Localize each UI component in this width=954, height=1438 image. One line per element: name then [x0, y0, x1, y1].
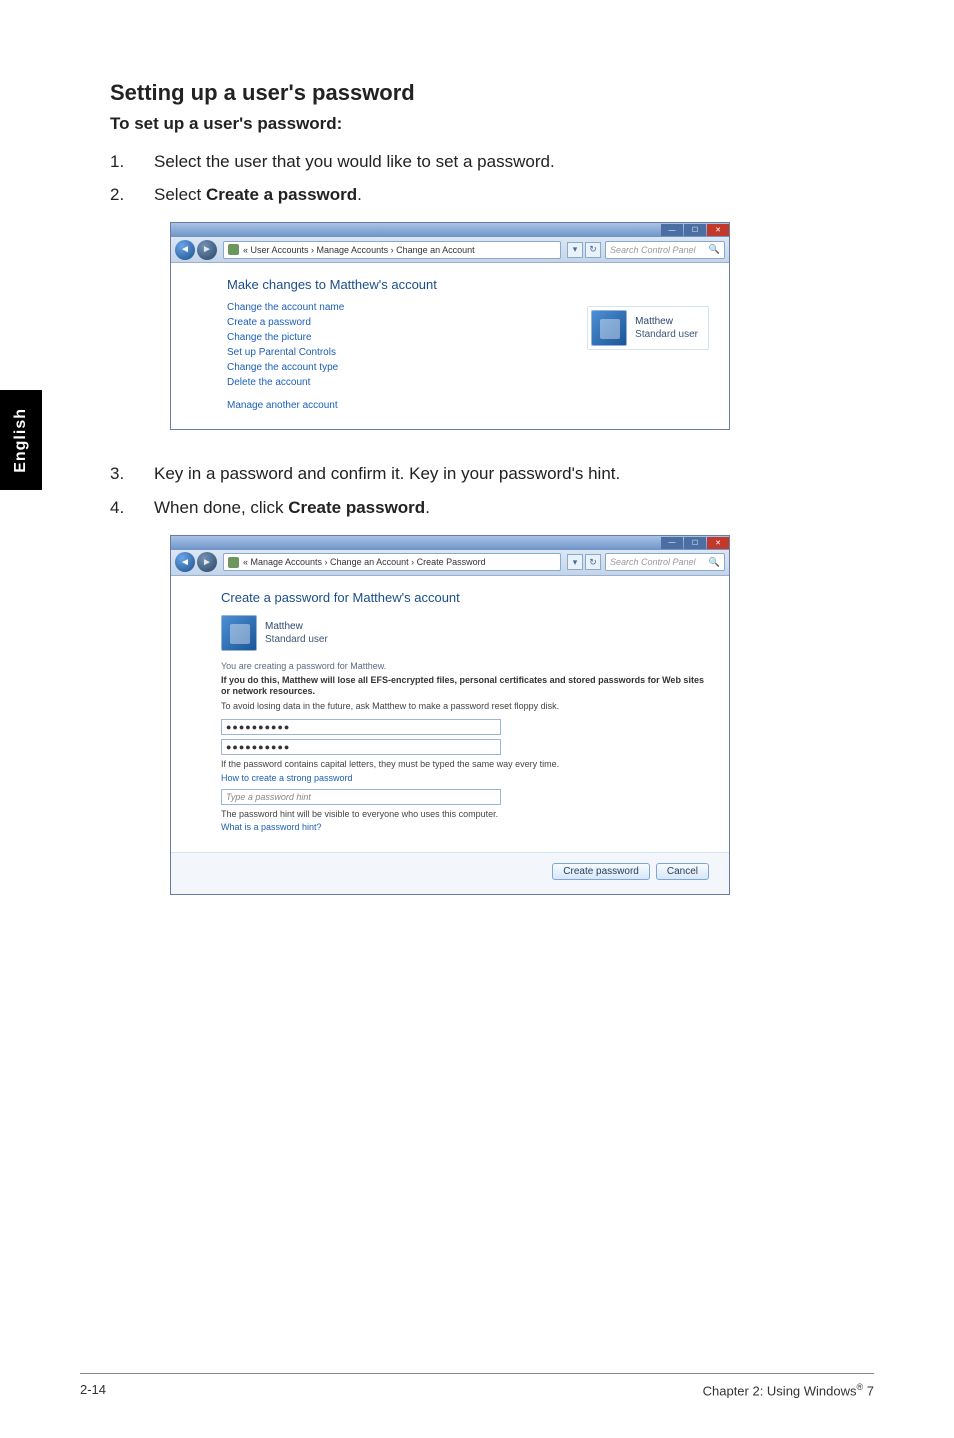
step-number: 4. [110, 494, 154, 521]
maximize-button[interactable]: ☐ [684, 537, 706, 549]
breadcrumb-text: « Manage Accounts › Change an Account › … [243, 557, 486, 567]
link-strong-password[interactable]: How to create a strong password [221, 773, 709, 783]
user-tile: Matthew Standard user [587, 306, 709, 350]
caps-note: If the password contains capital letters… [221, 759, 709, 771]
search-placeholder: Search Control Panel [610, 557, 696, 567]
new-password-input[interactable]: ●●●●●●●●●● [221, 719, 501, 735]
warning-text: If you do this, Matthew will lose all EF… [221, 675, 709, 698]
password-hint-input[interactable]: Type a password hint [221, 789, 501, 805]
minimize-button[interactable]: — [661, 537, 683, 549]
user-name: Matthew [265, 620, 328, 633]
refresh-icon[interactable]: ↻ [585, 242, 601, 258]
steps-list-2: 3. Key in a password and confirm it. Key… [110, 460, 844, 520]
create-password-button[interactable]: Create password [552, 863, 650, 880]
search-input[interactable]: Search Control Panel 🔍 [605, 553, 725, 571]
language-tab: English [0, 390, 42, 490]
minimize-button[interactable]: — [661, 224, 683, 236]
window-titlebar: — ☐ ✕ [171, 536, 729, 550]
search-icon: 🔍 [709, 557, 720, 568]
step-number: 1. [110, 148, 154, 175]
refresh-icon[interactable]: ↻ [585, 554, 601, 570]
step-text: Key in a password and confirm it. Key in… [154, 460, 620, 487]
dropdown-icon[interactable]: ▾ [567, 554, 583, 570]
link-manage-another[interactable]: Manage another account [227, 400, 344, 411]
footer-divider [80, 1373, 874, 1374]
breadcrumb-text: « User Accounts › Manage Accounts › Chan… [243, 245, 475, 255]
close-button[interactable]: ✕ [707, 224, 729, 236]
page-footer: 2-14 Chapter 2: Using Windows® 7 [0, 1382, 954, 1398]
back-button[interactable]: ◄ [175, 240, 195, 260]
step-text: Select the user that you would like to s… [154, 148, 555, 175]
address-row: ◄ ► « Manage Accounts › Change an Accoun… [171, 550, 729, 576]
screenshot-change-account: — ☐ ✕ ◄ ► « User Accounts › Manage Accou… [170, 222, 730, 430]
creating-for-text: You are creating a password for Matthew. [221, 661, 709, 671]
link-change-name[interactable]: Change the account name [227, 302, 344, 313]
back-button[interactable]: ◄ [175, 552, 195, 572]
panel-title: Make changes to Matthew's account [227, 277, 709, 292]
hint-visible-note: The password hint will be visible to eve… [221, 809, 709, 821]
control-panel-icon [228, 557, 239, 568]
link-what-is-hint[interactable]: What is a password hint? [221, 822, 709, 832]
close-button[interactable]: ✕ [707, 537, 729, 549]
step-number: 2. [110, 181, 154, 208]
cancel-button[interactable]: Cancel [656, 863, 709, 880]
panel-title: Create a password for Matthew's account [221, 590, 709, 605]
forward-button[interactable]: ► [197, 552, 217, 572]
page-number: 2-14 [80, 1382, 106, 1398]
step-text: When done, click Create password. [154, 494, 430, 521]
link-delete-account[interactable]: Delete the account [227, 377, 344, 388]
search-placeholder: Search Control Panel [610, 245, 696, 255]
link-change-picture[interactable]: Change the picture [227, 332, 344, 343]
user-tile: Matthew Standard user [221, 615, 709, 651]
link-change-type[interactable]: Change the account type [227, 362, 344, 373]
confirm-password-input[interactable]: ●●●●●●●●●● [221, 739, 501, 755]
page-heading: Setting up a user's password [110, 80, 844, 106]
steps-list-1: 1. Select the user that you would like t… [110, 148, 844, 208]
breadcrumb-bar[interactable]: « Manage Accounts › Change an Account › … [223, 553, 561, 571]
control-panel-icon [228, 244, 239, 255]
forward-button[interactable]: ► [197, 240, 217, 260]
link-parental-controls[interactable]: Set up Parental Controls [227, 347, 344, 358]
breadcrumb-bar[interactable]: « User Accounts › Manage Accounts › Chan… [223, 241, 561, 259]
user-role: Standard user [265, 633, 328, 646]
avatar [591, 310, 627, 346]
language-tab-label: English [12, 408, 30, 473]
user-name: Matthew [635, 315, 698, 328]
link-create-password[interactable]: Create a password [227, 317, 344, 328]
user-role: Standard user [635, 328, 698, 341]
search-input[interactable]: Search Control Panel 🔍 [605, 241, 725, 259]
sub-heading: To set up a user's password: [110, 114, 844, 134]
step-text: Select Create a password. [154, 181, 362, 208]
window-titlebar: — ☐ ✕ [171, 223, 729, 237]
dropdown-icon[interactable]: ▾ [567, 242, 583, 258]
avatar [221, 615, 257, 651]
screenshot-create-password: — ☐ ✕ ◄ ► « Manage Accounts › Change an … [170, 535, 730, 896]
avoid-text: To avoid losing data in the future, ask … [221, 701, 709, 713]
search-icon: 🔍 [709, 244, 720, 255]
chapter-label: Chapter 2: Using Windows® 7 [703, 1382, 874, 1398]
step-number: 3. [110, 460, 154, 487]
address-row: ◄ ► « User Accounts › Manage Accounts › … [171, 237, 729, 263]
maximize-button[interactable]: ☐ [684, 224, 706, 236]
